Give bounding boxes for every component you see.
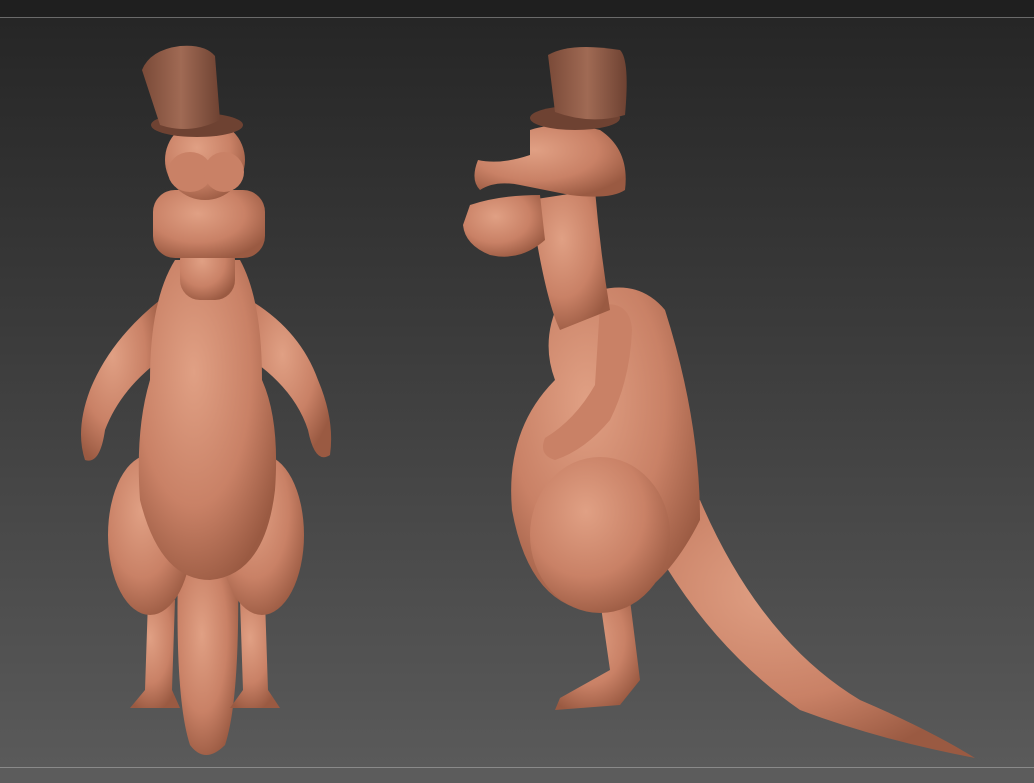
dinosaur-side-view-model — [463, 46, 975, 758]
dinosaur-front-view-model — [81, 45, 332, 755]
model-render — [81, 45, 975, 758]
